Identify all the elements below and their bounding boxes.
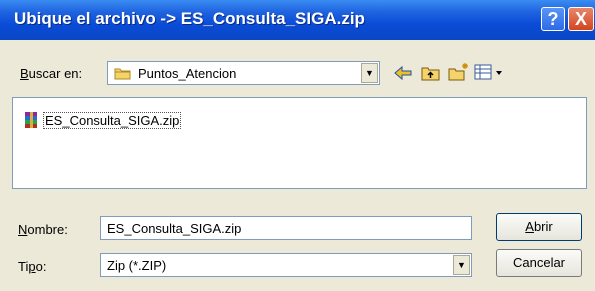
cancel-button[interactable]: Cancelar: [496, 249, 582, 277]
list-item-label: ES_Consulta_SIGA.zip: [43, 112, 182, 129]
open-button[interactable]: Abrir: [496, 213, 582, 241]
dialog-title: Ubique el archivo -> ES_Consulta_SIGA.zi…: [14, 9, 365, 28]
filetype-dropdown-button[interactable]: ▼: [453, 255, 470, 275]
folder-icon: [114, 66, 132, 86]
winrar-archive-icon: [23, 111, 41, 134]
view-menu-icon[interactable]: [474, 63, 504, 86]
filename-field[interactable]: ES_Consulta_SIGA.zip: [100, 216, 472, 240]
file-open-dialog: Ubique el archivo -> ES_Consulta_SIGA.zi…: [0, 0, 595, 291]
title-bar: Ubique el archivo -> ES_Consulta_SIGA.zi…: [0, 0, 595, 40]
back-arrow-icon[interactable]: [393, 64, 413, 87]
filetype-combo[interactable]: Zip (*.ZIP) ▼: [100, 253, 472, 277]
file-list[interactable]: ES_Consulta_SIGA.zip: [12, 97, 587, 189]
help-button[interactable]: ?: [541, 7, 565, 31]
filetype-label: Tipo:: [18, 259, 47, 274]
lookin-combo[interactable]: Puntos_Atencion ▼: [107, 61, 380, 85]
lookin-label: Buscar en:: [20, 66, 83, 81]
new-folder-icon[interactable]: [448, 62, 470, 87]
filetype-value: Zip (*.ZIP): [107, 258, 167, 273]
lookin-value: Puntos_Atencion: [138, 66, 237, 81]
filename-label: Nombre:: [18, 222, 68, 237]
up-folder-icon[interactable]: [421, 64, 441, 87]
filename-value: ES_Consulta_SIGA.zip: [107, 221, 242, 236]
lookin-dropdown-button[interactable]: ▼: [361, 63, 378, 83]
close-button[interactable]: X: [568, 7, 594, 31]
